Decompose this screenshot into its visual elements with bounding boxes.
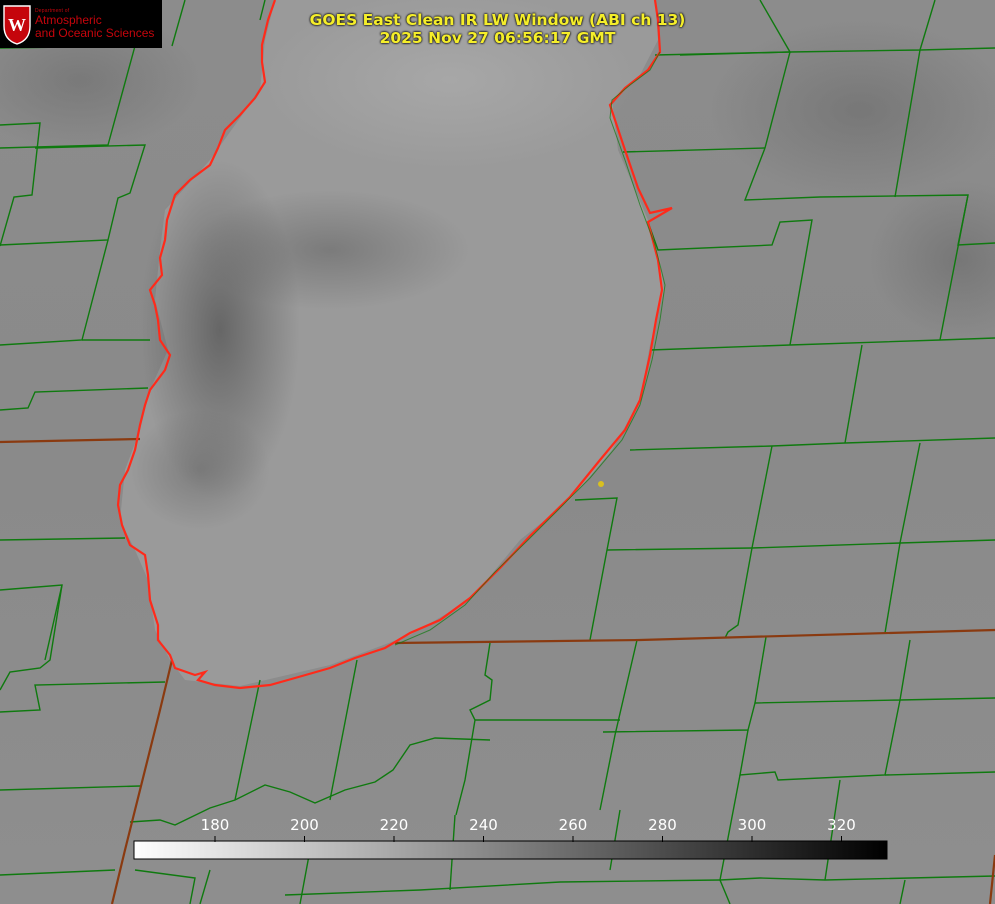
colorbar-tick-label: 300 xyxy=(738,816,767,834)
colorbar: 180 200 220 240 260 280 300 320 xyxy=(133,816,888,860)
colorbar-tick-label: 280 xyxy=(648,816,677,834)
colorbar-tick-label: 320 xyxy=(827,816,856,834)
colorbar-tick-label: 180 xyxy=(201,816,230,834)
colorbar-tick-label: 240 xyxy=(469,816,498,834)
colorbar-tick-label: 260 xyxy=(559,816,588,834)
colorbar-tick-label: 220 xyxy=(380,816,409,834)
colorbar-ramp xyxy=(133,840,888,860)
satellite-image-viewer: W Department of Atmospheric and Oceanic … xyxy=(0,0,995,904)
colorbar-ticks: 180 200 220 240 260 280 300 320 xyxy=(201,816,856,842)
colorbar-tick-label: 200 xyxy=(290,816,319,834)
